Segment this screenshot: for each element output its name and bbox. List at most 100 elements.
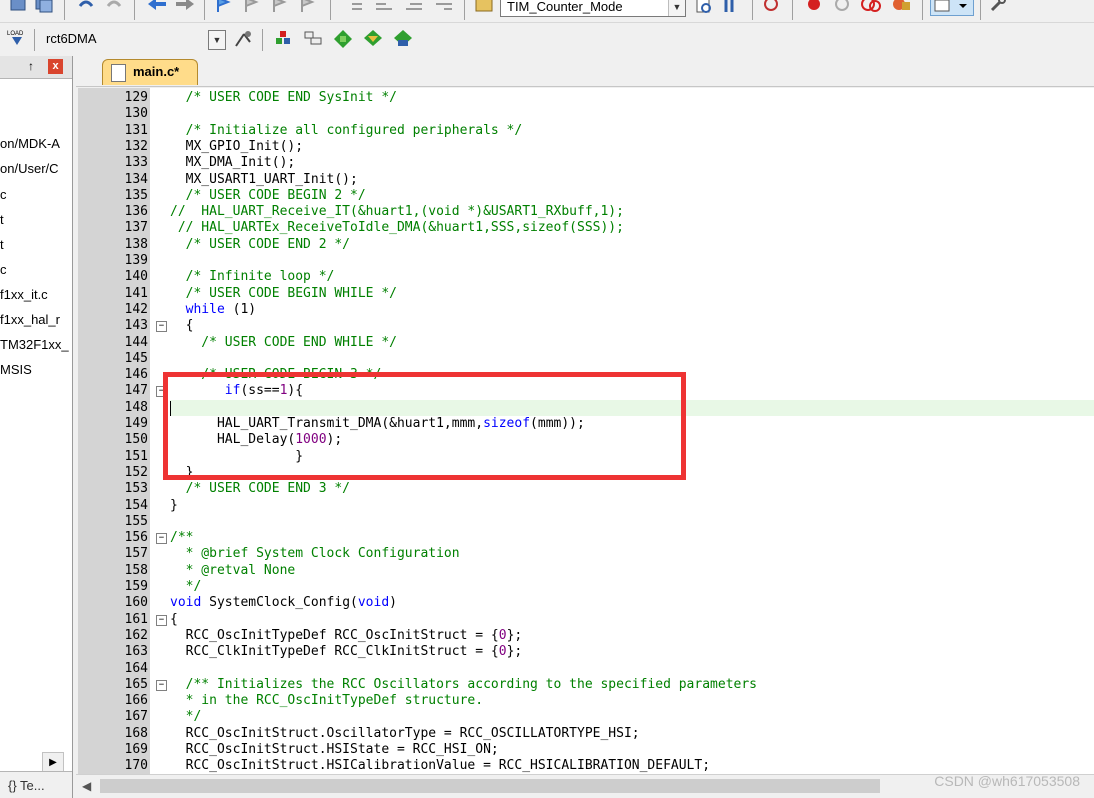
disable-all-breakpoints-icon[interactable] xyxy=(860,0,882,18)
code-line[interactable]: 165− /** Initializes the RCC Oscillators… xyxy=(78,677,1094,693)
bookmark-icon[interactable] xyxy=(214,0,236,18)
uncomment-icon[interactable] xyxy=(434,0,456,18)
code-line[interactable]: 141 /* USER CODE BEGIN WHILE */ xyxy=(78,286,1094,302)
next-bookmark-icon[interactable] xyxy=(270,0,292,18)
breakpoint-icon[interactable] xyxy=(804,0,826,18)
nav-forward-icon[interactable] xyxy=(174,0,196,18)
highlight-annotation-box xyxy=(163,372,686,480)
comment-icon[interactable] xyxy=(404,0,426,18)
line-number: 151 xyxy=(124,448,148,464)
file-extensions-icon[interactable] xyxy=(302,28,324,50)
code-line[interactable]: 167 */ xyxy=(78,709,1094,725)
indent-icon[interactable] xyxy=(344,0,366,18)
tab-main-c[interactable]: main.c* xyxy=(102,59,198,85)
code-line[interactable]: 166 * in the RCC_OscInitTypeDef structur… xyxy=(78,693,1094,709)
save-icon[interactable] xyxy=(8,0,30,16)
find-next-icon[interactable] xyxy=(722,0,744,18)
line-number: 156 xyxy=(124,530,148,546)
code-line[interactable]: 132 MX_GPIO_Init(); xyxy=(78,139,1094,155)
undo-icon[interactable] xyxy=(76,0,98,18)
clear-bookmarks-icon[interactable] xyxy=(298,0,320,18)
kill-all-breakpoints-icon[interactable] xyxy=(890,0,912,18)
tree-item[interactable]: t xyxy=(0,212,72,227)
code-line[interactable]: 133 MX_DMA_Init(); xyxy=(78,155,1094,171)
code-line[interactable]: 137 // HAL_UARTEx_ReceiveToIdle_DMA(&hua… xyxy=(78,220,1094,236)
chevron-down-icon[interactable]: ▼ xyxy=(668,0,685,16)
nav-back-icon[interactable] xyxy=(146,0,168,18)
debug-search-icon[interactable] xyxy=(762,0,784,18)
code-line[interactable]: 145 xyxy=(78,351,1094,367)
tree-item[interactable]: TM32F1xx_ xyxy=(0,337,72,352)
code-text: // HAL_UART_Receive_IT(&huart1,(void *)&… xyxy=(170,204,624,220)
close-icon[interactable]: x xyxy=(48,59,63,74)
scroll-left-arrow-icon[interactable]: ◀ xyxy=(82,779,91,793)
target-options-icon[interactable] xyxy=(232,28,254,50)
window-layout-icon[interactable] xyxy=(930,0,974,16)
code-token: MX_USART1_UART_Init(); xyxy=(170,171,358,187)
run-time-environment-icon[interactable] xyxy=(392,28,414,50)
tree-item[interactable]: f1xx_hal_r xyxy=(0,312,72,327)
code-line[interactable]: 164 xyxy=(78,661,1094,677)
find-in-files-icon[interactable] xyxy=(474,0,496,18)
fold-collapse-icon[interactable]: − xyxy=(156,614,167,626)
incremental-find-icon[interactable] xyxy=(694,0,716,18)
tree-item[interactable]: t xyxy=(0,237,72,252)
code-line[interactable]: 138 /* USER CODE END 2 */ xyxy=(78,237,1094,253)
code-line[interactable]: 153 /* USER CODE END 3 */ xyxy=(78,481,1094,497)
code-line[interactable]: 163 RCC_ClkInitTypeDef RCC_ClkInitStruct… xyxy=(78,644,1094,660)
code-line[interactable]: 156−/** xyxy=(78,530,1094,546)
code-line[interactable]: 157 * @brief System Clock Configuration xyxy=(78,546,1094,562)
code-line[interactable]: 170 RCC_OscInitStruct.HSICalibrationValu… xyxy=(78,758,1094,774)
templates-tab[interactable]: {}​ Te... xyxy=(8,776,64,796)
code-line[interactable]: 131 /* Initialize all configured periphe… xyxy=(78,123,1094,139)
project-target-combo[interactable]: rct6DMA ▼ xyxy=(40,30,226,50)
load-download-icon[interactable]: LOAD xyxy=(6,27,28,49)
code-line[interactable]: 160 void SystemClock_Config(void) xyxy=(78,595,1094,611)
code-line[interactable]: 142 while (1) xyxy=(78,302,1094,318)
tree-item[interactable]: on/User/C xyxy=(0,161,72,176)
code-line[interactable]: 139 xyxy=(78,253,1094,269)
save-all-icon[interactable] xyxy=(34,0,56,16)
scrollbar-thumb[interactable] xyxy=(100,779,880,793)
prev-bookmark-icon[interactable] xyxy=(242,0,264,18)
unindent-icon[interactable] xyxy=(374,0,396,18)
code-line[interactable]: 135 /* USER CODE BEGIN 2 */ xyxy=(78,188,1094,204)
tree-item[interactable]: on/MDK-A xyxy=(0,136,72,151)
code-line[interactable]: 154} xyxy=(78,498,1094,514)
tree-item[interactable]: c xyxy=(0,262,72,277)
code-line[interactable]: 136 // HAL_UART_Receive_IT(&huart1,(void … xyxy=(78,204,1094,220)
code-line[interactable]: 169 RCC_OscInitStruct.HSIState = RCC_HSI… xyxy=(78,742,1094,758)
fold-collapse-icon[interactable]: − xyxy=(156,321,167,333)
manage-project-icon[interactable] xyxy=(272,28,294,50)
code-line[interactable]: 155 xyxy=(78,514,1094,530)
code-token: // HAL_UARTEx_ReceiveToIdle_DMA(&huart1,… xyxy=(170,220,624,236)
fold-collapse-icon[interactable]: − xyxy=(156,679,167,691)
code-line[interactable]: 159 */ xyxy=(78,579,1094,595)
code-line[interactable]: 158 * @retval None xyxy=(78,563,1094,579)
code-line[interactable]: 143− { xyxy=(78,318,1094,334)
code-token: /* USER CODE END 2 */ xyxy=(170,236,351,252)
chevron-down-icon[interactable]: ▼ xyxy=(208,30,226,50)
pack-installer-icon[interactable] xyxy=(362,28,384,50)
code-line[interactable]: 130 xyxy=(78,106,1094,122)
configure-wrench-icon[interactable] xyxy=(988,0,1010,18)
code-text: RCC_OscInitStruct.OscillatorType = RCC_O… xyxy=(170,726,640,742)
target-combo[interactable]: TIM_Counter_Mode ▼ xyxy=(500,0,686,17)
code-line[interactable]: 168 RCC_OscInitStruct.OscillatorType = R… xyxy=(78,726,1094,742)
select-packs-icon[interactable] xyxy=(332,28,354,50)
code-text: /* Initialize all configured peripherals… xyxy=(170,123,523,139)
tree-item[interactable]: c xyxy=(0,187,72,202)
fold-collapse-icon[interactable]: − xyxy=(156,533,167,545)
redo-icon[interactable] xyxy=(104,0,126,18)
code-line[interactable]: 161−{ xyxy=(78,612,1094,628)
tree-item[interactable]: f1xx_it.c xyxy=(0,287,72,302)
code-line[interactable]: 134 MX_USART1_UART_Init(); xyxy=(78,172,1094,188)
code-line[interactable]: 144 /* USER CODE END WHILE */ xyxy=(78,335,1094,351)
code-line[interactable]: 129 /* USER CODE END SysInit */ xyxy=(78,90,1094,106)
pin-icon[interactable]: ↑ xyxy=(28,59,34,73)
disabled-breakpoint-icon[interactable] xyxy=(832,0,854,18)
code-text: void SystemClock_Config(void) xyxy=(170,595,397,611)
tree-item[interactable]: MSIS xyxy=(0,362,72,377)
code-line[interactable]: 162 RCC_OscInitTypeDef RCC_OscInitStruct… xyxy=(78,628,1094,644)
code-line[interactable]: 140 /* Infinite loop */ xyxy=(78,269,1094,285)
